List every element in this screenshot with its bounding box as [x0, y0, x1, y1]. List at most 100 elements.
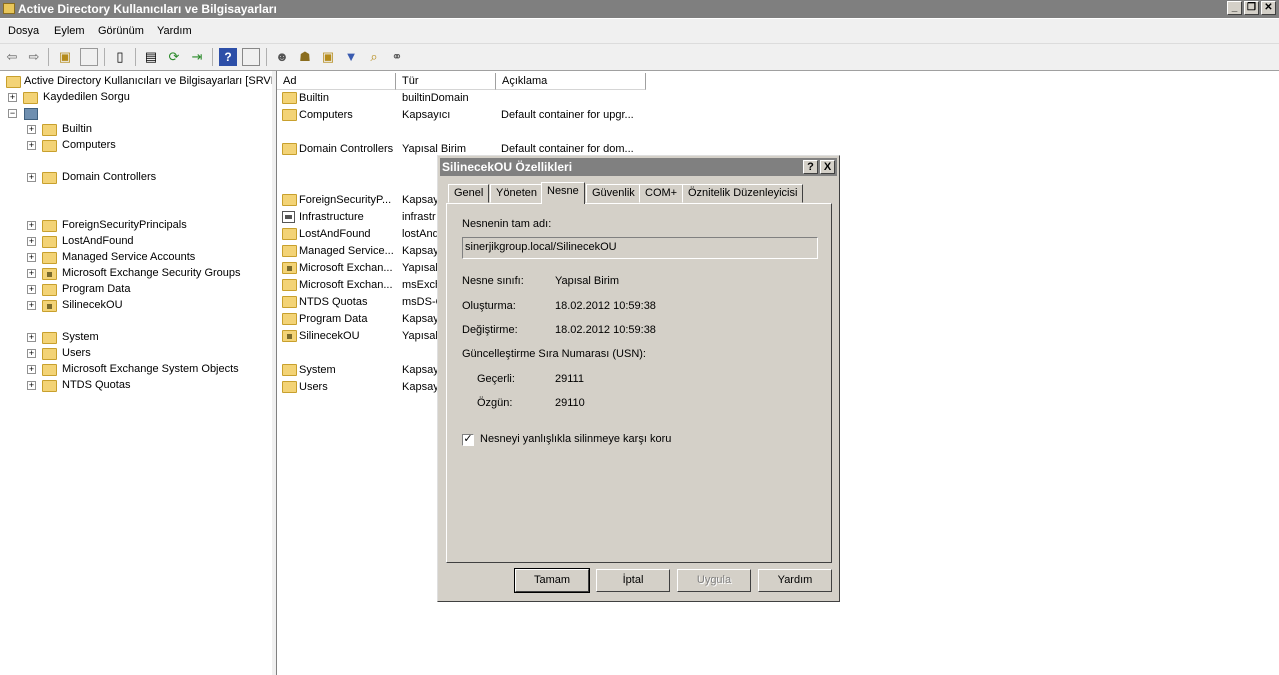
protect-label[interactable]: Nesneyi yanlışlıkla silinmeye karşı koru — [480, 433, 671, 445]
tree-item-lostandfound[interactable]: + LostAndFound — [0, 234, 270, 250]
expand-icon[interactable]: + — [27, 365, 36, 374]
restore-button[interactable]: ❐ — [1244, 1, 1259, 15]
export-list-icon[interactable]: ⇥ — [188, 48, 206, 66]
menu-yardim[interactable]: Yardım — [157, 25, 192, 37]
folder-icon — [42, 364, 57, 376]
column-header-type[interactable]: Tür — [396, 73, 496, 90]
expand-icon[interactable]: + — [27, 381, 36, 390]
expand-icon[interactable]: + — [27, 253, 36, 262]
folder-icon — [42, 124, 57, 136]
ou-folder-icon — [282, 330, 297, 342]
filter-icon[interactable]: ▼ — [342, 48, 360, 66]
new-ou-icon[interactable]: ▣ — [319, 48, 337, 66]
tree-item-program-data[interactable]: + Program Data — [0, 282, 270, 298]
protect-checkbox[interactable]: ✓ — [462, 434, 474, 446]
tree-item-exchange-system-objects[interactable]: + Microsoft Exchange System Objects — [0, 362, 270, 378]
folder-icon — [42, 252, 57, 264]
apply-button[interactable]: Uygula — [677, 569, 751, 592]
expand-icon[interactable]: + — [8, 93, 17, 102]
tab-com-plus[interactable]: COM+ — [639, 184, 684, 203]
tree-item-silinecekou[interactable]: + SilinecekOU — [0, 298, 270, 314]
ad-root-icon — [6, 76, 21, 88]
expand-icon[interactable]: + — [27, 141, 36, 150]
expand-icon[interactable]: + — [27, 333, 36, 342]
tree-item-exchange-security-groups[interactable]: + Microsoft Exchange Security Groups — [0, 266, 270, 282]
tree-item-foreignsecurityprincipals[interactable]: + ForeignSecurityPrincipals — [0, 218, 270, 234]
forward-arrow-icon[interactable]: ⇨ — [25, 48, 43, 66]
folder-icon — [282, 279, 297, 291]
usn-current-label: Geçerli: — [477, 373, 515, 385]
tree-item-managed-service-accounts[interactable]: + Managed Service Accounts — [0, 250, 270, 266]
minimize-button[interactable]: _ — [1227, 1, 1242, 15]
list-row[interactable]: Builtin builtinDomain — [277, 90, 1277, 107]
tab-yoneten[interactable]: Yöneten — [490, 184, 543, 203]
folder-icon — [42, 172, 57, 184]
folder-icon — [42, 220, 57, 232]
expand-icon[interactable]: + — [27, 125, 36, 134]
menu-gorunum[interactable]: Görünüm — [98, 25, 144, 37]
new-group-icon[interactable]: ☗ — [296, 48, 314, 66]
list-row[interactable]: Computers Kapsayıcı Default container fo… — [277, 107, 1277, 124]
tab-nesne[interactable]: Nesne — [541, 182, 585, 204]
dialog-close-button[interactable]: X — [820, 160, 835, 174]
window-titlebar: Active Directory Kullanıcıları ve Bilgis… — [0, 0, 1279, 18]
menu-eylem[interactable]: Eylem — [54, 25, 85, 37]
tab-guvenlik[interactable]: Güvenlik — [586, 184, 641, 203]
tree-item-ntds-quotas[interactable]: + NTDS Quotas — [0, 378, 270, 394]
refresh-icon[interactable]: ⟳ — [165, 48, 183, 66]
expand-icon[interactable]: + — [27, 349, 36, 358]
expand-icon[interactable]: + — [27, 301, 36, 310]
tree-item-users[interactable]: + Users — [0, 346, 270, 362]
usn-current-value: 29111 — [555, 373, 584, 385]
folder-icon — [282, 109, 297, 121]
show-hide-tree-icon[interactable] — [80, 48, 98, 66]
menu-dosya[interactable]: Dosya — [8, 25, 39, 37]
modified-value: 18.02.2012 10:59:38 — [555, 324, 656, 336]
tab-oznitelik-duzenleyicisi[interactable]: Öznitelik Düzenleyicisi — [682, 184, 804, 203]
add-to-group-icon[interactable]: ⚭ — [388, 48, 406, 66]
expand-icon[interactable]: + — [27, 237, 36, 246]
help-button[interactable]: Yardım — [758, 569, 832, 592]
ok-button[interactable]: Tamam — [514, 568, 590, 593]
folder-icon — [282, 296, 297, 308]
tree-item-system[interactable]: + System — [0, 330, 270, 346]
tree-item-computers[interactable]: + Computers — [0, 138, 270, 154]
new-user-icon[interactable]: ☻ — [273, 48, 291, 66]
delete-icon[interactable]: ▯ — [111, 48, 129, 66]
fullname-label: Nesnenin tam adı: — [462, 218, 552, 230]
tree-domain[interactable]: − — [0, 106, 60, 122]
fullname-field[interactable]: sinerjikgroup.local/SilinecekOU — [462, 237, 818, 259]
dialog-title: SilinecekOU Özellikleri — [442, 160, 573, 174]
infrastructure-icon — [282, 211, 295, 223]
action-pane-icon[interactable] — [242, 48, 260, 66]
usn-original-value: 29110 — [555, 397, 585, 409]
close-button[interactable]: ✕ — [1261, 1, 1276, 15]
tree-item-builtin[interactable]: + Builtin — [0, 122, 270, 138]
menu-bar: Dosya Eylem Görünüm Yardım — [0, 19, 1279, 44]
find-icon[interactable]: ⌕ — [365, 48, 383, 66]
properties-icon[interactable]: ▤ — [142, 48, 160, 66]
up-folder-icon[interactable]: ▣ — [56, 48, 74, 66]
folder-icon — [282, 228, 297, 240]
folder-icon — [282, 381, 297, 393]
help-icon[interactable]: ? — [219, 48, 237, 66]
dialog-help-button[interactable]: ? — [803, 160, 818, 174]
tab-genel[interactable]: Genel — [448, 184, 490, 203]
tree-item-domain-controllers[interactable]: + Domain Controllers — [0, 170, 270, 186]
dialog-titlebar: SilinecekOU Özellikleri ? X — [440, 158, 837, 176]
expand-icon[interactable]: + — [27, 173, 36, 182]
window-title: Active Directory Kullanıcıları ve Bilgis… — [18, 2, 277, 16]
usn-label: Güncelleştirme Sıra Numarası (USN): — [462, 348, 646, 360]
column-header-name[interactable]: Ad — [277, 73, 396, 90]
folder-icon — [282, 92, 297, 104]
column-header-description[interactable]: Açıklama — [496, 73, 646, 90]
console-tree: Active Directory Kullanıcıları ve Bilgis… — [0, 71, 287, 675]
expand-icon[interactable]: + — [27, 269, 36, 278]
cancel-button[interactable]: İptal — [596, 569, 670, 592]
app-folder-icon — [3, 3, 15, 14]
collapse-icon[interactable]: − — [8, 109, 17, 118]
expand-icon[interactable]: + — [27, 285, 36, 294]
expand-icon[interactable]: + — [27, 221, 36, 230]
ou-folder-icon — [42, 268, 57, 280]
back-arrow-icon[interactable]: ⇦ — [3, 48, 21, 66]
